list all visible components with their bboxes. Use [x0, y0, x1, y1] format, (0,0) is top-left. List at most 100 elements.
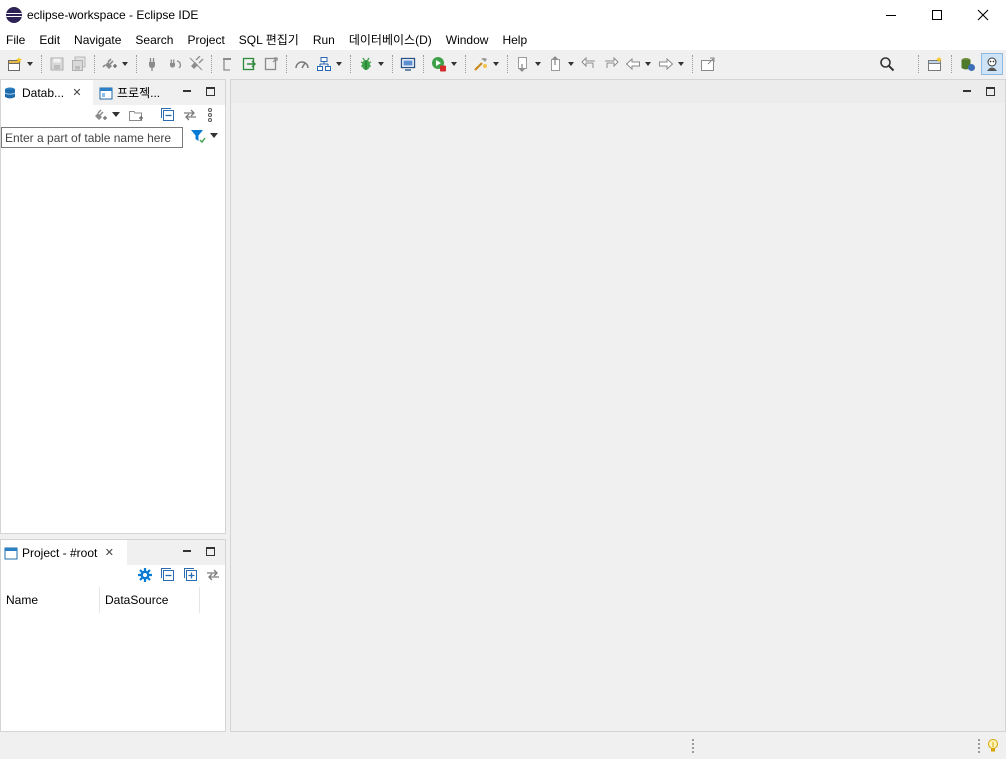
debug-icon[interactable] — [357, 55, 375, 73]
next-annotation-icon[interactable] — [514, 55, 532, 73]
menu-project[interactable]: Project — [180, 30, 231, 50]
minimize-button[interactable] — [868, 0, 914, 30]
run-icon[interactable] — [430, 55, 448, 73]
open-editor-icon[interactable] — [262, 55, 280, 73]
database-navigator-panel: Datab... ✕ 프로젝... — [0, 79, 226, 534]
tab-projects-label: 프로젝... — [117, 86, 161, 100]
collapse-all-icon[interactable] — [159, 567, 177, 583]
minimize-editor-button[interactable] — [960, 84, 974, 98]
maximize-button[interactable] — [914, 0, 960, 30]
toolbar-separator — [918, 55, 919, 73]
toolbar-separator — [286, 55, 287, 73]
link-with-editor-icon[interactable] — [204, 567, 222, 583]
external-tools-icon[interactable] — [315, 55, 333, 73]
menu-run[interactable]: Run — [306, 30, 342, 50]
minimize-view-button[interactable] — [180, 84, 194, 98]
search-icon[interactable] — [878, 55, 896, 73]
next-annotation-dropdown[interactable] — [534, 55, 542, 73]
filter-icon[interactable] — [189, 128, 207, 144]
tools-dropdown[interactable] — [492, 55, 500, 73]
title-bar: eclipse-workspace - Eclipse IDE — [0, 0, 1006, 30]
invalidate-icon[interactable] — [165, 55, 183, 73]
status-separator — [692, 739, 695, 753]
commit-icon[interactable] — [218, 55, 236, 73]
java-perspective-icon[interactable] — [981, 53, 1003, 75]
settings-gear-icon[interactable] — [136, 567, 154, 583]
tab-project-root-label: Project - #root — [22, 545, 98, 560]
menu-file[interactable]: File — [0, 30, 32, 50]
minimize-view-button[interactable] — [180, 544, 194, 558]
maximize-view-button[interactable] — [203, 84, 217, 98]
project-panel: Project - #root ✕ Name DataSource — [0, 539, 226, 732]
external-tools-dropdown[interactable] — [335, 55, 343, 73]
back-icon[interactable] — [624, 55, 642, 73]
toolbar-separator — [392, 55, 393, 73]
last-edit-right-icon[interactable] — [602, 55, 620, 73]
close-button[interactable] — [960, 0, 1006, 30]
menu-bar: File Edit Navigate Search Project SQL 편집… — [0, 30, 1006, 50]
save-icon[interactable] — [48, 55, 66, 73]
open-perspective-icon[interactable] — [924, 53, 946, 75]
new-wizard-dropdown[interactable] — [26, 55, 34, 73]
back-dropdown[interactable] — [644, 55, 652, 73]
toolbar-separator — [465, 55, 466, 73]
tab-projects[interactable]: 프로젝... — [96, 80, 166, 105]
expand-all-icon[interactable] — [182, 567, 200, 583]
disconnect-icon[interactable] — [187, 55, 205, 73]
connect-icon[interactable] — [143, 55, 161, 73]
close-icon[interactable]: ✕ — [72, 86, 82, 99]
lightbulb-icon[interactable] — [986, 738, 1000, 754]
maximize-icon — [205, 546, 215, 556]
last-edit-left-icon[interactable] — [580, 55, 598, 73]
new-connection-icon[interactable] — [101, 55, 119, 73]
dashboard-icon[interactable] — [293, 55, 311, 73]
projects-icon — [99, 87, 113, 99]
toolbar-separator — [951, 55, 952, 73]
menu-help[interactable]: Help — [495, 30, 534, 50]
menu-search[interactable]: Search — [128, 30, 180, 50]
new-wizard-icon[interactable] — [6, 55, 24, 73]
maximize-editor-button[interactable] — [983, 84, 997, 98]
maximize-view-button[interactable] — [203, 544, 217, 558]
menu-navigate[interactable]: Navigate — [67, 30, 128, 50]
forward-dropdown[interactable] — [677, 55, 685, 73]
close-icon[interactable]: ✕ — [104, 546, 114, 559]
new-connection-icon[interactable] — [91, 107, 109, 123]
tab-database-navigator[interactable]: Datab... ✕ — [1, 80, 93, 105]
status-separator — [978, 739, 981, 753]
toolbar-separator — [94, 55, 95, 73]
filter-dropdown[interactable] — [209, 128, 219, 144]
toolbar-separator — [423, 55, 424, 73]
table-filter-input[interactable] — [1, 127, 183, 148]
new-connection-dropdown[interactable] — [111, 107, 121, 123]
database-perspective-icon[interactable] — [957, 53, 979, 75]
status-bar — [0, 733, 1006, 759]
terminal-icon[interactable] — [399, 55, 417, 73]
database-navigator-tabbar: Datab... ✕ 프로젝... — [1, 80, 225, 105]
maximize-icon — [205, 86, 215, 96]
menu-window[interactable]: Window — [439, 30, 496, 50]
new-connection-dropdown[interactable] — [121, 55, 129, 73]
column-header-name[interactable]: Name — [1, 587, 100, 613]
maximize-icon — [985, 86, 995, 96]
tools-icon[interactable] — [472, 55, 490, 73]
save-all-icon[interactable] — [70, 55, 88, 73]
debug-dropdown[interactable] — [377, 55, 385, 73]
link-with-editor-icon[interactable] — [181, 107, 199, 123]
forward-icon[interactable] — [657, 55, 675, 73]
prev-annotation-dropdown[interactable] — [567, 55, 575, 73]
project-tabbar: Project - #root ✕ — [1, 540, 225, 565]
pin-editor-icon[interactable] — [699, 55, 717, 73]
new-folder-icon[interactable] — [127, 107, 145, 123]
collapse-all-icon[interactable] — [159, 107, 177, 123]
tab-project-root[interactable]: Project - #root ✕ — [1, 540, 127, 565]
transaction-icon[interactable] — [240, 55, 258, 73]
menu-sql-editor[interactable]: SQL 편집기 — [232, 30, 306, 50]
column-header-datasource[interactable]: DataSource — [100, 587, 200, 613]
view-menu-icon[interactable] — [205, 107, 215, 123]
database-navigator-icon — [4, 87, 16, 98]
menu-edit[interactable]: Edit — [32, 30, 67, 50]
prev-annotation-icon[interactable] — [547, 55, 565, 73]
menu-database[interactable]: 데이터베이스(D) — [342, 30, 439, 50]
run-dropdown[interactable] — [450, 55, 458, 73]
